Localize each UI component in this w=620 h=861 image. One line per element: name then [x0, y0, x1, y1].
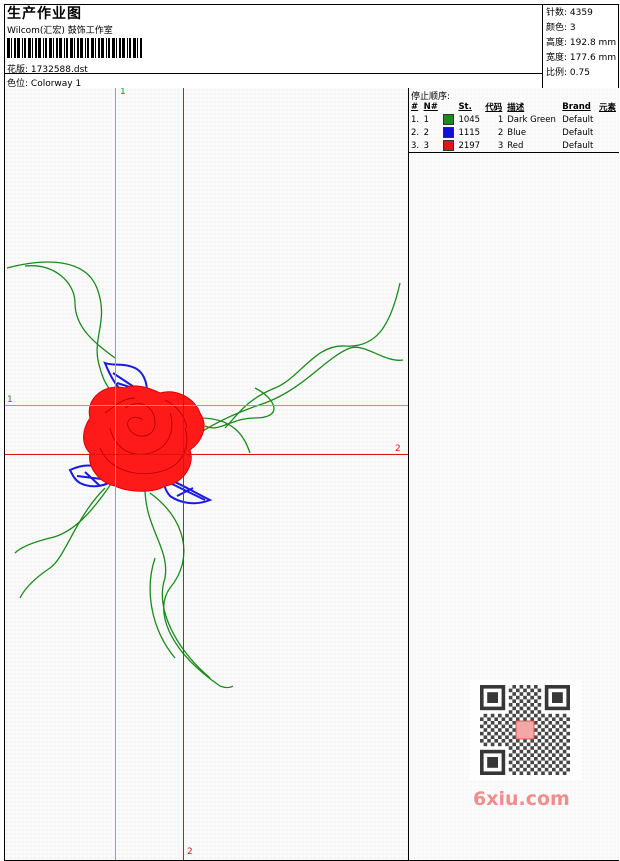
col-description: 描述 — [507, 102, 525, 113]
green-guide-label-left: 1 — [7, 395, 13, 405]
design-file-line: 花版: 1732588.dst — [7, 62, 88, 75]
green-guide-vertical — [115, 88, 116, 860]
col-stitches: St. — [458, 101, 472, 112]
red-guide-label-right: 2 — [395, 444, 401, 454]
table-row: 3. 3 2197 3 Red Default — [411, 140, 594, 151]
red-guide-vertical — [183, 88, 184, 860]
company-name: Wilcom(汇宏) 鼓饰工作室 — [7, 26, 113, 36]
red-guide-label-bottom: 2 — [187, 847, 193, 857]
col-n: N# — [423, 101, 438, 112]
table-bottom-rule — [409, 152, 619, 153]
stat-width: 宽度: 177.6 mm — [546, 53, 617, 63]
stat-height: 高度: 192.8 mm — [546, 38, 617, 48]
production-sheet: 生产作业图 Wilcom(汇宏) 鼓饰工作室 花版: 1732588.dst 色… — [0, 0, 620, 861]
flower-stitches — [83, 385, 205, 492]
barcode — [7, 38, 142, 58]
green-guide-horizontal — [5, 405, 409, 406]
color-swatch — [442, 114, 454, 125]
col-brand: Brand — [562, 101, 591, 112]
color-swatch — [442, 127, 454, 138]
col-swatch — [441, 100, 457, 113]
col-code: 代码 — [485, 102, 503, 113]
design-canvas: 1 1 2 2 — [5, 88, 409, 860]
embroidery-preview — [6, 261, 404, 689]
col-element: 元素 — [598, 102, 616, 113]
qr-code-watermark — [470, 680, 582, 780]
table-row: 1. 1 1045 1 Dark Green Default — [411, 114, 594, 125]
stat-stitches: 针数: 4359 — [546, 8, 593, 18]
stat-scale: 比例: 0.75 — [546, 68, 590, 78]
color-swatch — [442, 140, 454, 151]
site-watermark: 6xiu.com — [473, 788, 570, 810]
green-guide-label-top: 1 — [120, 88, 126, 97]
col-index: # — [411, 101, 419, 112]
page-title: 生产作业图 — [7, 6, 82, 22]
red-guide-horizontal — [5, 454, 409, 455]
table-row: 2. 2 1115 2 Blue Default — [411, 127, 594, 138]
color-table-header: # N# St. 代码 描述 Brand 元素 — [409, 100, 619, 113]
stat-colors: 颜色: 3 — [546, 23, 576, 33]
design-file-name: 1732588.dst — [30, 65, 88, 75]
color-table: # N# St. 代码 描述 Brand 元素 1. 1 1045 1 Dark… — [409, 100, 619, 153]
design-label: 花版: — [7, 65, 29, 75]
vine-stitches — [6, 261, 404, 689]
design-stats: 针数: 4359 颜色: 3 高度: 192.8 mm 宽度: 177.6 mm… — [546, 6, 616, 81]
